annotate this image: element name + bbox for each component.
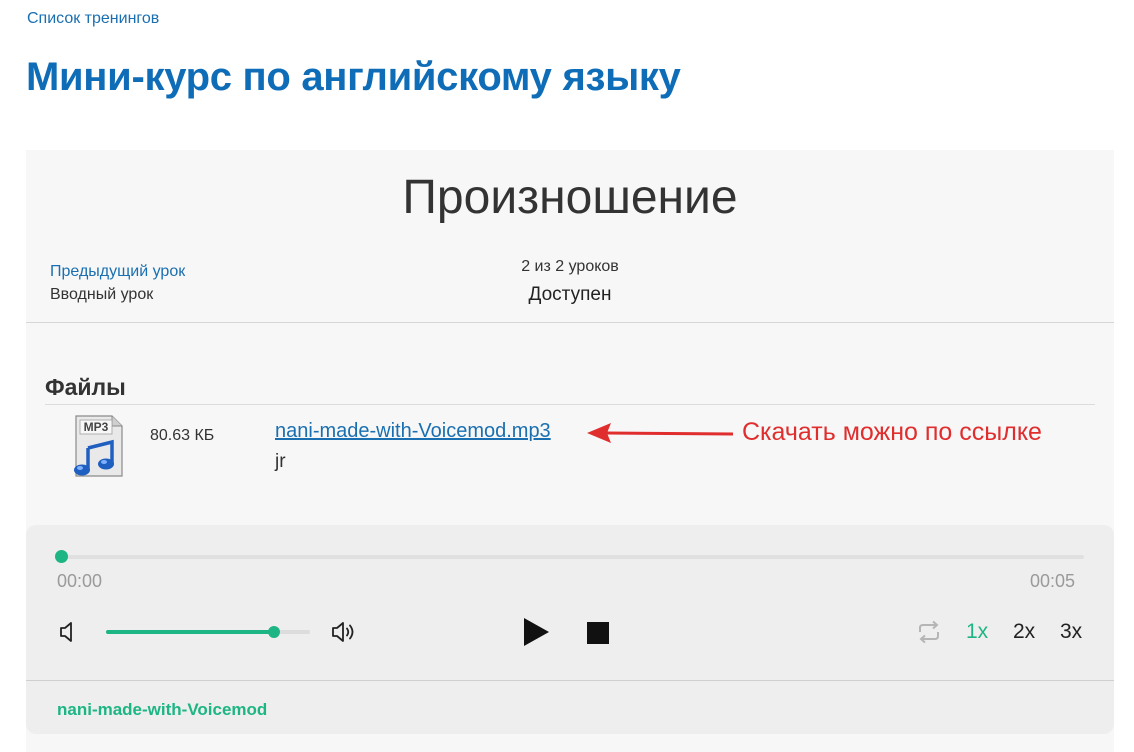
file-download-link[interactable]: nani-made-with-Voicemod.mp3 [275,420,551,443]
seek-knob[interactable] [55,550,68,563]
file-description: jr [275,451,286,472]
time-current: 00:00 [57,571,103,591]
volume-slider-fill [106,630,274,634]
speed-2x-button[interactable]: 2x [1013,620,1035,644]
divider [26,322,1114,323]
divider [26,680,1114,681]
mp3-file-icon: MP3 [62,414,126,478]
volume-up-icon[interactable] [330,620,358,644]
speed-3x-button[interactable]: 3x [1060,620,1082,644]
mp3-file-icon-label: MP3 [84,420,109,434]
speed-1x-button[interactable]: 1x [966,620,988,644]
lesson-title: Произношение [402,171,738,224]
previous-lesson-name: Вводный урок [50,286,154,303]
play-icon[interactable] [521,616,551,648]
annotation-arrow-icon [585,420,735,446]
volume-down-icon[interactable] [58,620,80,644]
lesson-status: Доступен [528,284,612,305]
time-total: 00:05 [1030,571,1076,591]
repeat-icon[interactable] [916,620,942,644]
track-name: nani-made-with-Voicemod [57,700,268,719]
divider [45,404,1095,405]
page-title: Мини-курс по английскому языку [26,55,681,99]
previous-lesson-link[interactable]: Предыдущий урок [50,263,185,281]
lesson-progress: 2 из 2 уроков [521,258,619,275]
seek-bar[interactable] [62,555,1084,559]
volume-knob[interactable] [268,626,280,638]
annotation-text: Скачать можно по ссылке [742,418,1042,446]
breadcrumb-link[interactable]: Список тренингов [27,10,159,28]
files-heading: Файлы [45,374,126,400]
stop-icon[interactable] [587,622,609,644]
file-size: 80.63 КБ [150,427,215,444]
